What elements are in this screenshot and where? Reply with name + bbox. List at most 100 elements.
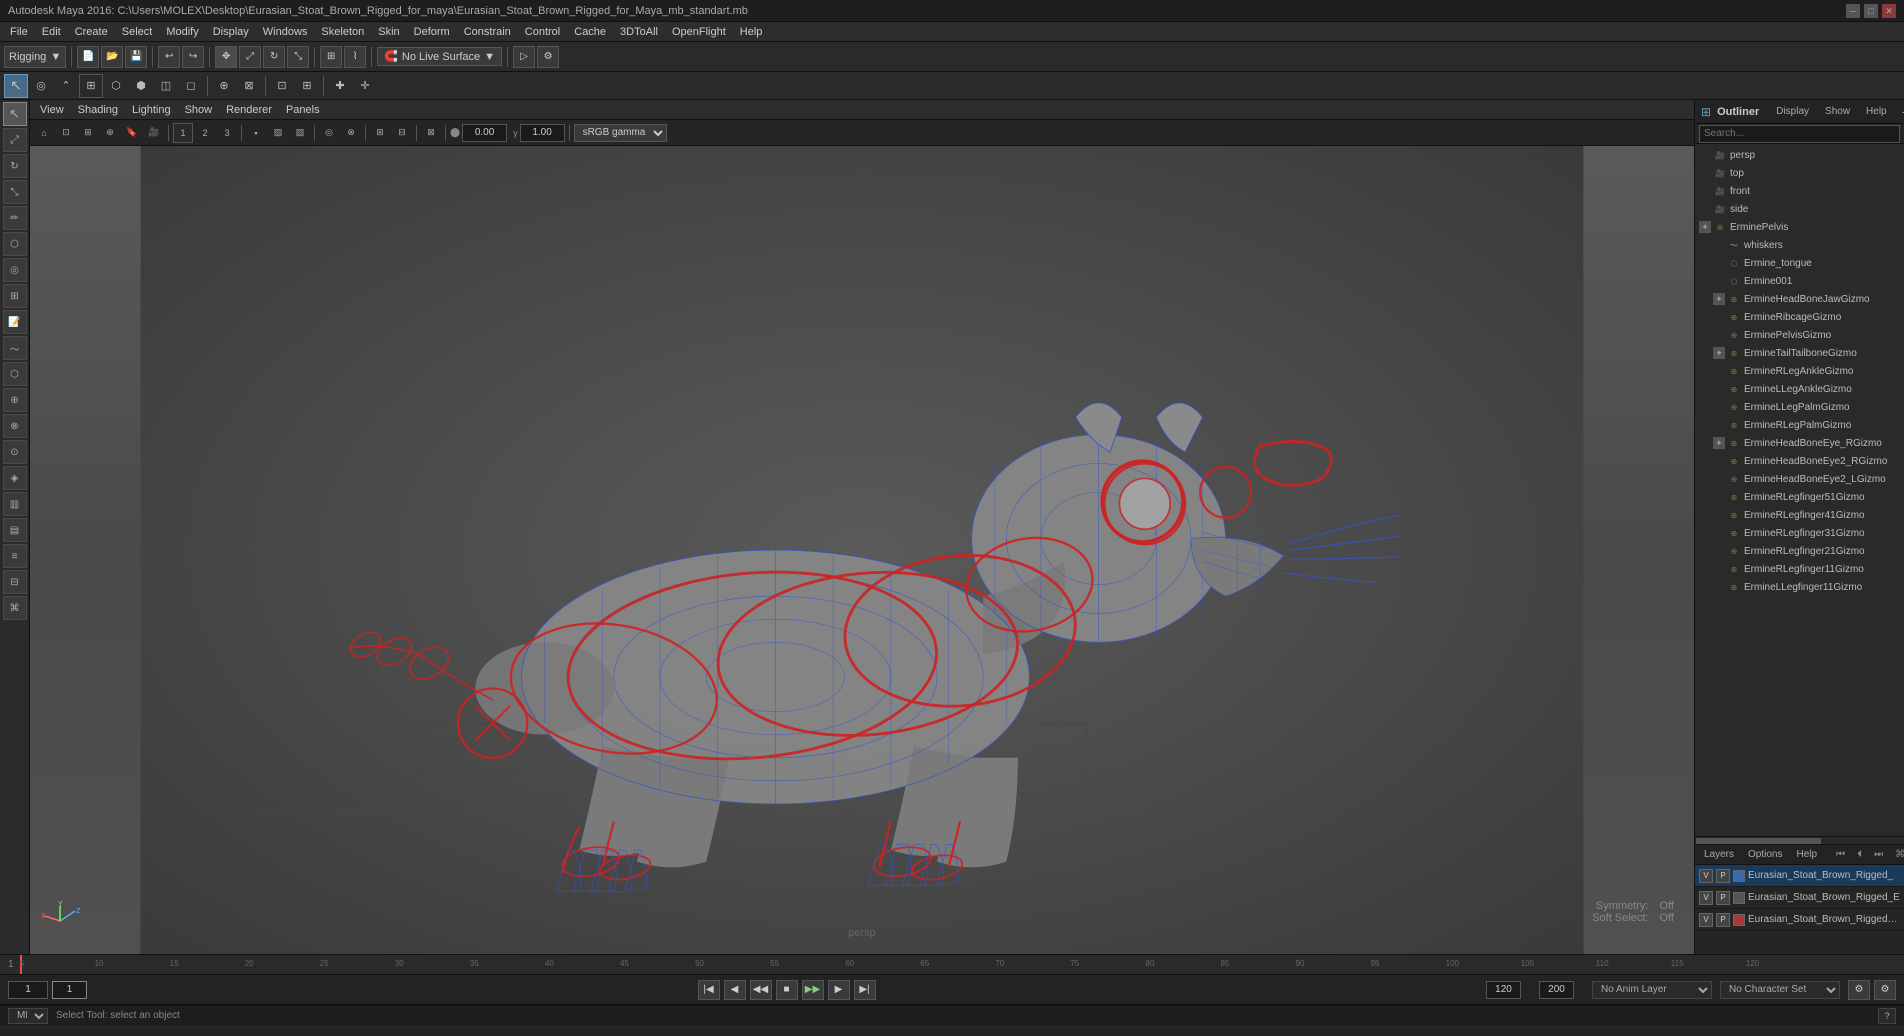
xray-bones-btn[interactable]: ⊗ — [341, 123, 361, 143]
outliner-hscrollbar[interactable] — [1695, 836, 1904, 844]
layers-play-btn[interactable]: ⏴ — [1857, 849, 1862, 860]
play-forward-button[interactable]: ▶▶ — [802, 980, 824, 1000]
sculpt-tool[interactable]: ⬡ — [3, 232, 27, 256]
menu-windows[interactable]: Windows — [257, 24, 314, 40]
snap-grid-button[interactable]: ⊞ — [320, 46, 342, 68]
joint-tool[interactable]: ⊕ — [3, 388, 27, 412]
bookmark-button[interactable]: 🔖 — [122, 123, 142, 143]
close-button[interactable]: ✕ — [1882, 4, 1896, 18]
current-frame-input[interactable] — [52, 981, 87, 999]
menu-control[interactable]: Control — [519, 24, 566, 40]
cam-frame-button[interactable]: ⊞ — [78, 123, 98, 143]
mode-dropdown[interactable]: Rigging ▼ — [4, 46, 66, 68]
layers-menu-btn[interactable]: Layers — [1701, 849, 1737, 860]
menu-select[interactable]: Select — [116, 24, 159, 40]
tree-item-ermine001[interactable]: ⬡ Ermine001 — [1695, 272, 1904, 290]
shading-quality-3[interactable]: 3 — [217, 123, 237, 143]
scale-tool-button[interactable]: ⤡ — [287, 46, 309, 68]
layer-v-btn-1[interactable]: V — [1699, 869, 1713, 883]
start-frame-input[interactable] — [8, 981, 48, 999]
expand-pelvis-btn[interactable]: + — [1699, 221, 1711, 233]
layers-prev-btn[interactable]: ⏮ — [1836, 849, 1845, 860]
anim-layer-dropdown[interactable]: No Anim Layer — [1592, 981, 1712, 999]
tree-item-ermine-r-legfinger51-gizmo[interactable]: ⊕ ErmineRLegfinger51Gizmo — [1695, 488, 1904, 506]
layer-tool[interactable]: ▤ — [3, 518, 27, 542]
layer-p-btn-2[interactable]: P — [1716, 891, 1730, 905]
outliner-search-input[interactable] — [1699, 125, 1900, 143]
shaded-wire-button[interactable]: ◻ — [179, 74, 203, 98]
tree-item-top[interactable]: 🎥 top — [1695, 164, 1904, 182]
save-file-button[interactable]: 💾 — [125, 46, 147, 68]
timeline-track[interactable]: 5 10 15 20 25 30 35 40 45 50 55 60 65 70… — [20, 955, 1896, 974]
anim-settings-btn[interactable]: ⚙ — [1874, 980, 1896, 1000]
layer-v-btn-2[interactable]: V — [1699, 891, 1713, 905]
channel-tool[interactable]: ≡ — [3, 544, 27, 568]
menu-skeleton[interactable]: Skeleton — [315, 24, 370, 40]
prev-key-button[interactable]: |◀ — [698, 980, 720, 1000]
viewport-canvas[interactable]: persp Symmetry: Off Soft Select: Off Z — [30, 146, 1694, 954]
paint-select-button[interactable]: ⌃ — [54, 74, 78, 98]
soft-select-button[interactable]: ⊞ — [79, 74, 103, 98]
select-tool[interactable]: ↖ — [3, 102, 27, 126]
tree-item-ermine-r-legfinger41-gizmo[interactable]: ⊕ ErmineRLegfinger41Gizmo — [1695, 506, 1904, 524]
range-end-input[interactable] — [1539, 981, 1574, 999]
undo-button[interactable]: ↩ — [158, 46, 180, 68]
attr-tool[interactable]: ⊟ — [3, 570, 27, 594]
cam-center-button[interactable]: ⊕ — [100, 123, 120, 143]
character-set-dropdown[interactable]: No Character Set — [1720, 981, 1840, 999]
xray-button[interactable]: ⊕ — [212, 74, 236, 98]
open-file-button[interactable]: 📂 — [101, 46, 123, 68]
tree-item-front[interactable]: 🎥 front — [1695, 182, 1904, 200]
move-normal-button[interactable]: ⬡ — [104, 74, 128, 98]
render-button[interactable]: ▷ — [513, 46, 535, 68]
textured-btn[interactable]: ▧ — [290, 123, 310, 143]
shaded-button[interactable]: ◫ — [154, 74, 178, 98]
snap-curve-button[interactable]: ⌇ — [344, 46, 366, 68]
expand-eye-r-btn[interactable]: + — [1713, 437, 1725, 449]
tree-item-ermine-tongue[interactable]: ⬡ Ermine_tongue — [1695, 254, 1904, 272]
new-file-button[interactable]: 📄 — [77, 46, 99, 68]
shaded-btn[interactable]: ▨ — [268, 123, 288, 143]
weight-tool[interactable]: ⊙ — [3, 440, 27, 464]
render-settings-button[interactable]: ⚙ — [537, 46, 559, 68]
outliner-hscroll-thumb[interactable] — [1696, 838, 1821, 844]
menu-constrain[interactable]: Constrain — [458, 24, 517, 40]
viewport-menu-panels[interactable]: Panels — [280, 102, 326, 118]
hud-btn[interactable]: ⊟ — [392, 123, 412, 143]
soft-select-tool[interactable]: ◎ — [3, 258, 27, 282]
tree-item-ermine-l-leg-ankle-gizmo[interactable]: ⊕ ErmineLLegAnkleGizmo — [1695, 380, 1904, 398]
cam-home-button[interactable]: ⌂ — [34, 123, 54, 143]
layer-row-1[interactable]: V P Eurasian_Stoat_Brown_Rigged_ — [1695, 865, 1904, 887]
rotate-tool[interactable]: ↻ — [3, 154, 27, 178]
tree-item-whiskers[interactable]: 〜 whiskers — [1695, 236, 1904, 254]
scale-tool[interactable]: ⤡ — [3, 180, 27, 204]
snap-tool[interactable]: ⊞ — [3, 284, 27, 308]
tree-item-ermine-head-bone-eye2-l-gizmo[interactable]: ⊕ ErmineHeadBoneEye2_LGizmo — [1695, 470, 1904, 488]
menu-openflight[interactable]: OpenFlight — [666, 24, 732, 40]
rotate-tool-button[interactable]: ↻ — [263, 46, 285, 68]
tree-item-ermine-pelvis[interactable]: + ⊕ ErminePelvis — [1695, 218, 1904, 236]
layers-next-btn[interactable]: ⏭ — [1874, 849, 1883, 860]
cross-icon-button[interactable]: ✛ — [353, 74, 377, 98]
window-controls[interactable]: ─ □ ✕ — [1846, 4, 1896, 18]
transform-gizmo-button[interactable]: ⊡ — [270, 74, 294, 98]
viewport-menu-view[interactable]: View — [34, 102, 70, 118]
tree-item-ermine-r-legfinger11-gizmo[interactable]: ⊕ ErmineRLegfinger11Gizmo — [1695, 560, 1904, 578]
prev-frame-button[interactable]: ◀ — [724, 980, 746, 1000]
isolate-button[interactable]: ⊠ — [237, 74, 261, 98]
expand-jaw-btn[interactable]: + — [1713, 293, 1725, 305]
tree-item-ermine-head-bone-eye2-r-gizmo[interactable]: ⊕ ErmineHeadBoneEye2_RGizmo — [1695, 452, 1904, 470]
menu-help[interactable]: Help — [734, 24, 769, 40]
grid-btn[interactable]: ⊞ — [370, 123, 390, 143]
color-space-dropdown[interactable]: sRGB gamma — [574, 124, 667, 142]
script-lang-dropdown[interactable]: MEL — [8, 1008, 48, 1024]
script-tool[interactable]: ⌘ — [3, 596, 27, 620]
menu-cache[interactable]: Cache — [568, 24, 612, 40]
end-frame-display[interactable] — [1486, 981, 1521, 999]
tree-item-ermine-r-legfinger21-gizmo[interactable]: ⊕ ErmineRLegfinger21Gizmo — [1695, 542, 1904, 560]
exposure-input[interactable] — [462, 124, 507, 142]
redo-button[interactable]: ↪ — [182, 46, 204, 68]
outliner-display-btn[interactable]: Display — [1771, 104, 1814, 119]
layer-row-3[interactable]: V P Eurasian_Stoat_Brown_Rigged_C — [1695, 909, 1904, 931]
next-key-button[interactable]: ▶| — [854, 980, 876, 1000]
